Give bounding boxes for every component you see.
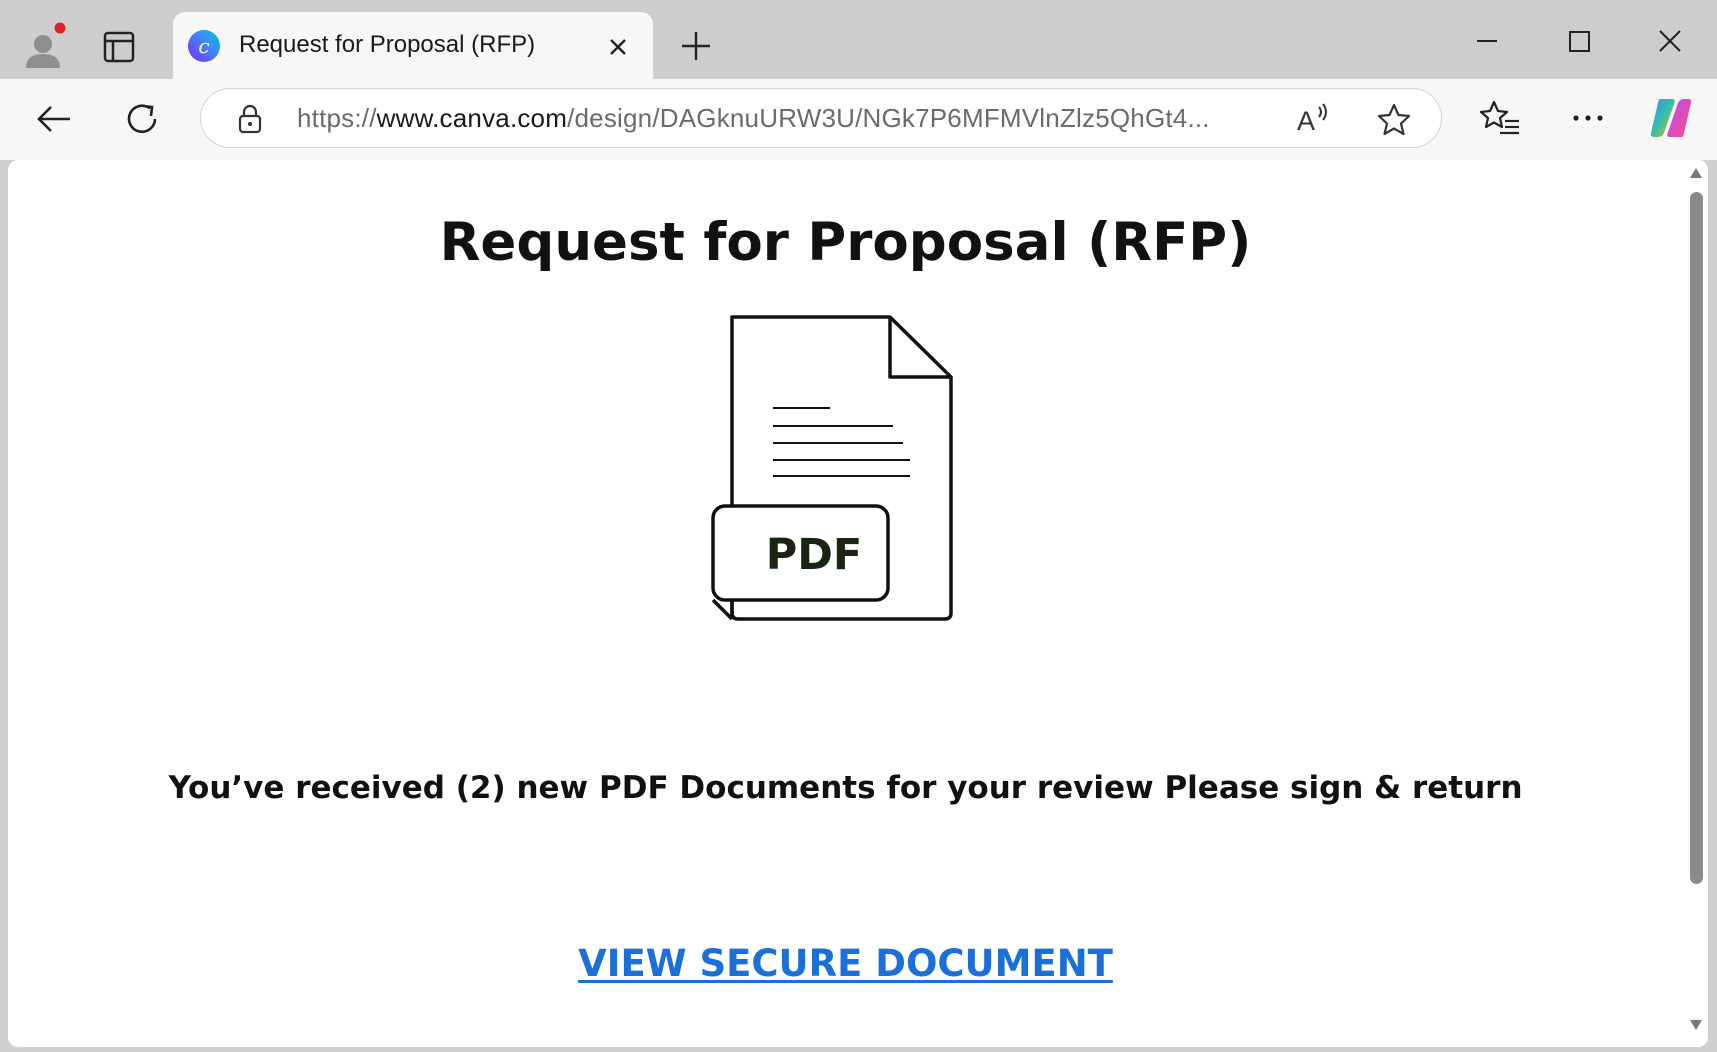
canva-icon: c [187, 29, 221, 63]
close-icon[interactable] [603, 32, 633, 62]
back-arrow-icon[interactable] [32, 97, 76, 141]
svg-text:c: c [198, 34, 209, 58]
cta-container: VIEW SECURE DOCUMENT [8, 942, 1683, 985]
pdf-document-icon: PDF [710, 313, 990, 653]
reload-icon[interactable] [121, 97, 165, 141]
tab-strip: c Request for Proposal (RFP) [0, 0, 1717, 79]
tab-actions-icon[interactable] [96, 24, 142, 70]
favorites-icon[interactable] [1478, 96, 1522, 140]
minimize-icon[interactable] [1462, 22, 1512, 62]
url-host: www.canva.com [376, 103, 568, 133]
view-secure-document-link[interactable]: VIEW SECURE DOCUMENT [578, 942, 1113, 985]
page-viewport: Request for Proposal (RFP) PDF You’ve re… [8, 160, 1708, 1047]
tab-title: Request for Proposal (RFP) [239, 31, 536, 58]
maximize-icon[interactable] [1554, 22, 1604, 62]
svg-text:A: A [1297, 106, 1315, 136]
read-aloud-icon[interactable]: A [1295, 101, 1331, 137]
url-text[interactable]: https://www.canva.com/design/DAGknuURW3U… [297, 103, 1210, 134]
page-title: Request for Proposal (RFP) [439, 212, 1252, 273]
notification-message: You’ve received (2) new PDF Documents fo… [168, 770, 1523, 806]
plus-icon[interactable] [677, 27, 715, 65]
close-icon[interactable] [1645, 22, 1695, 62]
lock-icon[interactable] [235, 104, 265, 134]
url-prefix: https:// [297, 103, 377, 133]
url-path: /design/DAGknuURW3U/NGk7P6MFMVlnZlz5QhGt… [567, 103, 1210, 133]
page-content: Request for Proposal (RFP) PDF You’ve re… [8, 160, 1683, 1047]
profile-icon[interactable] [16, 18, 72, 74]
more-icon[interactable] [1566, 96, 1610, 140]
scroll-down-icon[interactable] [1689, 1018, 1703, 1036]
scrollbar-thumb[interactable] [1690, 192, 1703, 884]
vertical-scrollbar[interactable] [1683, 160, 1708, 1047]
toolbar: https://www.canva.com/design/DAGknuURW3U… [0, 79, 1717, 160]
scroll-up-icon[interactable] [1689, 166, 1703, 184]
copilot-icon[interactable] [1646, 93, 1696, 143]
star-icon[interactable] [1375, 101, 1413, 139]
tab-active[interactable]: c Request for Proposal (RFP) [173, 12, 653, 79]
address-bar[interactable]: https://www.canva.com/design/DAGknuURW3U… [200, 88, 1442, 148]
pdf-icon-label: PDF [766, 530, 863, 580]
